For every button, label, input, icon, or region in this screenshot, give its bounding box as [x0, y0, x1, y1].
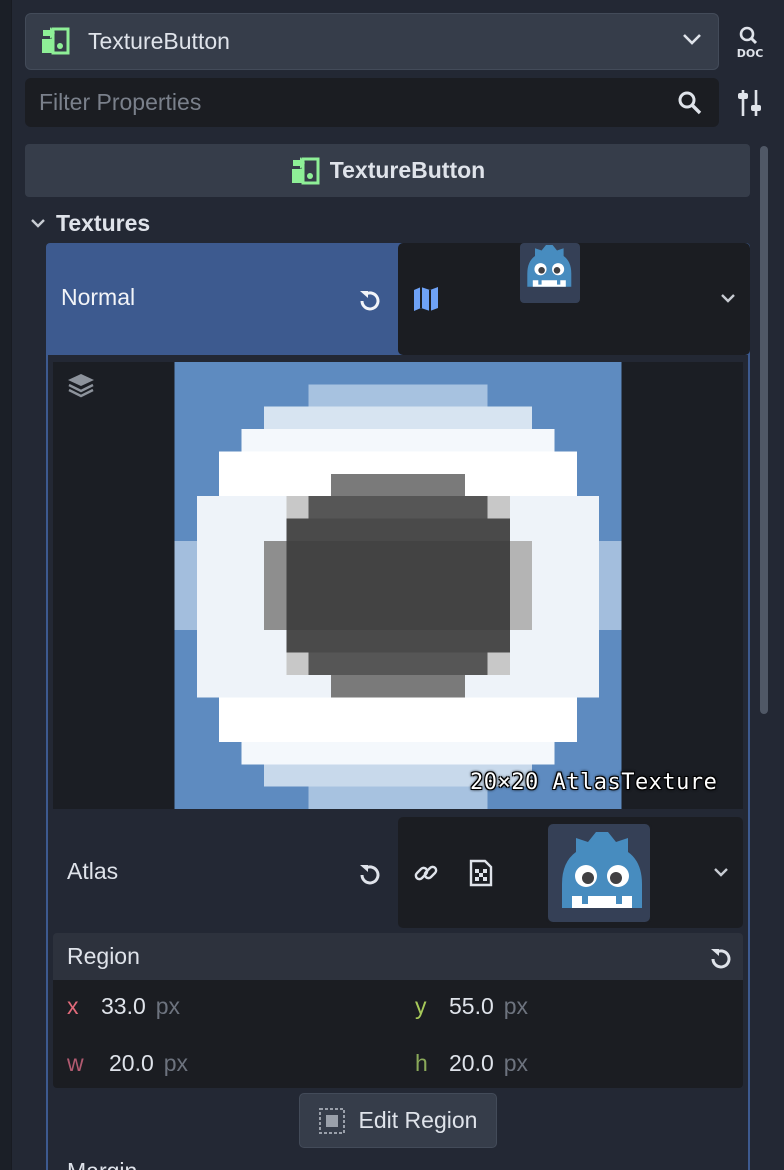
region-x-field[interactable]: x 33.0 px	[67, 993, 180, 1020]
property-normal-label: Normal	[61, 284, 136, 310]
w-axis-label: w	[67, 1050, 84, 1076]
unit-suffix: px	[503, 1050, 529, 1076]
section-label: Textures	[56, 209, 151, 236]
region-h-value[interactable]: 20.0	[449, 1050, 494, 1077]
region-w-field[interactable]: w 20.0 px	[67, 1050, 188, 1077]
chevron-down-icon	[682, 32, 702, 51]
inspector-header-label: TextureButton	[329, 157, 486, 183]
sliders-icon	[738, 90, 761, 116]
property-atlas-label: Atlas	[67, 858, 119, 884]
make-unique-icon[interactable]	[468, 859, 494, 892]
region-fields: x 33.0 px y 55.0 px w 20.0 px h 20.0 px	[53, 980, 743, 1088]
property-region[interactable]: Region	[53, 933, 743, 980]
resource-picker-atlas[interactable]	[398, 817, 743, 928]
region-w-value[interactable]: 20.0	[109, 1050, 154, 1077]
region-edit-icon	[318, 1107, 345, 1134]
region-y-field[interactable]: y 55.0 px	[415, 993, 528, 1020]
property-margin-label: Margin	[67, 1158, 137, 1170]
edit-region-button[interactable]: Edit Region	[299, 1093, 497, 1148]
x-axis-label: x	[67, 993, 79, 1019]
resource-picker-normal[interactable]	[398, 243, 750, 355]
atlas-region-preview-image	[174, 362, 622, 809]
property-region-label: Region	[67, 943, 140, 969]
node-selector-label: TextureButton	[88, 28, 230, 54]
inspector-options-button[interactable]	[736, 88, 764, 118]
atlas-texture-icon	[412, 285, 440, 318]
godot-icon	[546, 822, 652, 929]
texture-button-node-icon	[291, 156, 320, 184]
revert-icon[interactable]	[356, 861, 384, 894]
y-axis-label: y	[415, 993, 427, 1019]
edit-region-label: Edit Region	[358, 1107, 478, 1133]
unit-suffix: px	[503, 993, 529, 1019]
texture-button-node-icon	[40, 27, 70, 60]
revert-icon[interactable]	[707, 945, 735, 978]
chevron-down-icon[interactable]	[713, 865, 729, 883]
filter-properties-field[interactable]	[25, 78, 719, 127]
region-x-value[interactable]: 33.0	[101, 993, 146, 1020]
link-icon[interactable]	[412, 859, 440, 892]
texture-size-caption: 20×20 AtlasTexture	[470, 770, 718, 795]
chevron-down-icon	[31, 219, 45, 228]
search-icon	[677, 90, 703, 121]
open-documentation-button[interactable]: DOC	[732, 24, 768, 60]
h-axis-label: h	[415, 1050, 428, 1076]
region-y-value[interactable]: 55.0	[449, 993, 494, 1020]
filter-properties-input[interactable]	[39, 89, 639, 116]
inspector-object-header[interactable]: TextureButton	[25, 144, 750, 197]
chevron-down-icon[interactable]	[720, 291, 736, 309]
dock-splitter[interactable]	[0, 0, 12, 1170]
section-textures[interactable]: Textures	[30, 206, 150, 240]
layers-icon[interactable]	[66, 372, 96, 405]
scrollbar-thumb[interactable]	[760, 146, 768, 714]
texture-thumbnail	[520, 243, 580, 308]
doc-button-text: DOC	[737, 47, 764, 60]
unit-suffix: px	[155, 993, 181, 1019]
unit-suffix: px	[163, 1050, 189, 1076]
region-h-field[interactable]: h 20.0 px	[415, 1050, 528, 1077]
revert-icon[interactable]	[356, 287, 384, 320]
node-history-dropdown[interactable]: TextureButton	[25, 13, 719, 70]
